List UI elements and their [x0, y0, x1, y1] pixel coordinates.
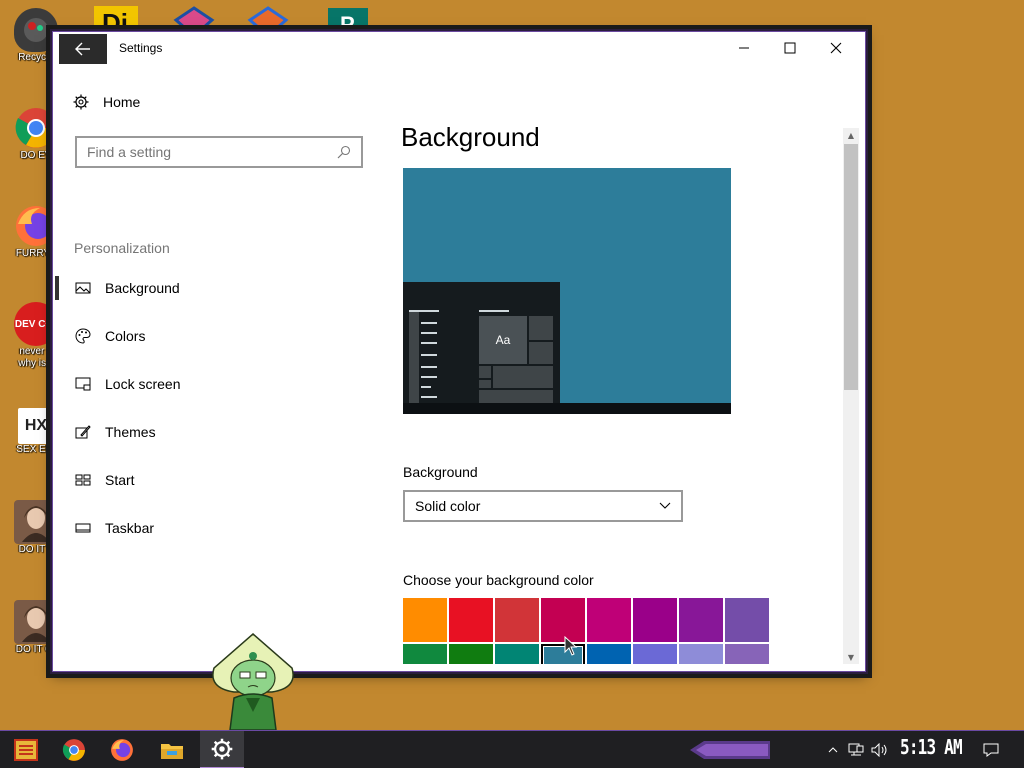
color-swatch[interactable] [541, 598, 585, 642]
color-swatch[interactable] [403, 644, 447, 664]
start-button-icon [14, 739, 38, 761]
color-swatch[interactable] [633, 598, 677, 642]
chevron-down-icon [659, 502, 671, 509]
window-title: Settings [119, 41, 163, 55]
color-swatch[interactable] [495, 644, 539, 664]
background-setting-label: Background [403, 464, 478, 480]
show-hidden-icons[interactable] [822, 731, 844, 768]
preview-start-menu: Aa [403, 282, 560, 414]
back-button[interactable] [59, 34, 107, 64]
taskbar-file-explorer[interactable] [150, 731, 194, 768]
color-swatch[interactable] [679, 644, 723, 664]
sidebar-item-colors[interactable]: Colors [59, 318, 369, 354]
taskbar-settings[interactable] [200, 731, 244, 768]
choose-color-label: Choose your background color [403, 572, 594, 588]
notification-icon [983, 743, 999, 757]
sidebar-item-label: Colors [105, 328, 146, 344]
title-bar[interactable]: Settings [53, 32, 865, 64]
close-button[interactable] [813, 32, 859, 64]
dropdown-value: Solid color [415, 498, 481, 514]
color-swatch-grid [403, 598, 771, 664]
search-input[interactable] [87, 144, 317, 160]
color-swatch[interactable] [449, 644, 493, 664]
hex-editor-icon: HX [18, 408, 54, 444]
minimize-icon [739, 47, 749, 49]
minimize-button[interactable] [721, 32, 767, 64]
search-field[interactable] [75, 136, 363, 168]
sidebar-item-background[interactable]: Background [55, 270, 369, 306]
sidebar-item-start[interactable]: Start [59, 462, 369, 498]
sidebar-item-themes[interactable]: Themes [59, 414, 369, 450]
home-link[interactable]: Home [73, 94, 140, 110]
swatch-row [403, 644, 771, 664]
sidebar-item-label: Lock screen [105, 376, 181, 392]
taskbar-decoration [690, 741, 770, 759]
search-icon[interactable] [337, 145, 351, 159]
taskbar-clock[interactable]: 5:13 AM [900, 735, 963, 759]
color-swatch[interactable] [633, 644, 677, 664]
sidebar-item-label: Taskbar [105, 520, 155, 536]
speaker-icon [871, 743, 887, 757]
color-swatch[interactable] [725, 598, 769, 642]
color-swatch[interactable] [725, 644, 769, 664]
taskbar-chrome[interactable] [52, 731, 96, 768]
palette-icon [75, 328, 91, 344]
scroll-up-icon[interactable]: ▲ [843, 128, 859, 142]
back-arrow-icon [75, 42, 90, 56]
mouse-cursor-icon [564, 636, 578, 656]
lock-screen-icon [75, 377, 91, 391]
sidebar-item-lock-screen[interactable]: Lock screen [59, 366, 369, 402]
color-swatch[interactable] [495, 598, 539, 642]
color-swatch[interactable] [587, 598, 631, 642]
settings-sidebar: Home Personalization Background Colors [55, 64, 369, 669]
content-scrollbar[interactable]: ▲ ▼ [843, 128, 859, 664]
settings-gear-icon [211, 738, 233, 760]
background-type-dropdown[interactable]: Solid color [403, 490, 683, 522]
sidebar-item-taskbar[interactable]: Taskbar [59, 510, 369, 546]
file-explorer-icon [161, 744, 183, 759]
scrollbar-thumb[interactable] [844, 144, 858, 390]
swatch-row [403, 598, 771, 642]
section-heading: Personalization [74, 240, 170, 256]
network-icon [848, 743, 864, 756]
firefox-icon [111, 739, 133, 761]
sidebar-item-label: Background [105, 280, 180, 296]
network-status[interactable] [844, 731, 868, 768]
action-center-button[interactable] [978, 731, 1004, 768]
color-swatch[interactable] [449, 598, 493, 642]
sidebar-item-label: Start [105, 472, 135, 488]
start-icon [75, 474, 91, 486]
color-swatch[interactable] [403, 598, 447, 642]
maximize-icon [784, 42, 796, 54]
color-swatch[interactable] [679, 598, 723, 642]
taskbar-icon [75, 523, 91, 533]
preview-tile: Aa [479, 316, 527, 364]
background-preview: Aa [403, 168, 731, 414]
sidebar-item-label: Themes [105, 424, 156, 440]
taskbar-firefox[interactable] [100, 731, 144, 768]
chrome-icon [62, 739, 85, 761]
close-icon [830, 42, 842, 54]
color-swatch[interactable] [587, 644, 631, 664]
volume-control[interactable] [868, 731, 892, 768]
maximize-button[interactable] [767, 32, 813, 64]
picture-icon [75, 282, 91, 294]
settings-window: Settings Home Personalizati [52, 31, 866, 672]
settings-content: Background Aa Background Solid color Cho… [401, 64, 841, 664]
color-swatch-selected[interactable] [541, 644, 585, 664]
preview-taskbar [403, 403, 731, 414]
chevron-up-icon [828, 747, 838, 753]
home-label: Home [103, 94, 141, 110]
mascot-character [212, 633, 294, 730]
gear-icon [73, 94, 89, 110]
start-button[interactable] [4, 731, 48, 768]
taskbar: 5:13 AM [0, 730, 1024, 768]
themes-icon [75, 425, 91, 439]
page-title: Background [401, 122, 540, 152]
scroll-down-icon[interactable]: ▼ [843, 650, 859, 664]
